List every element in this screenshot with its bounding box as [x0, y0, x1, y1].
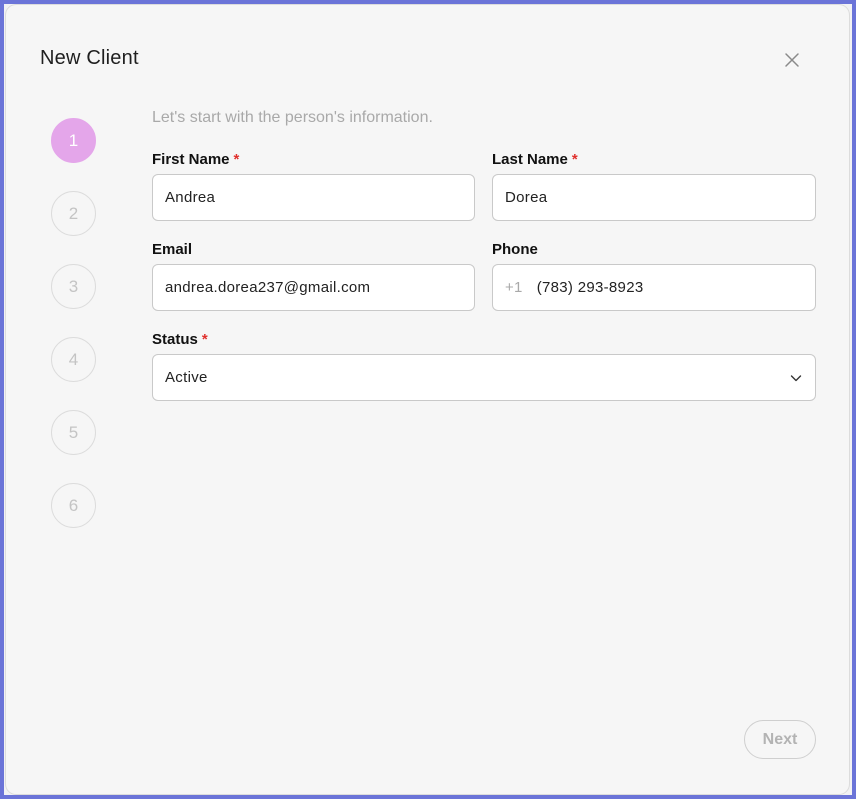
email-field[interactable]: andrea.dorea237@gmail.com — [152, 264, 475, 311]
first-name-field[interactable]: Andrea — [152, 174, 475, 221]
form-intro: Let's start with the person's informatio… — [152, 109, 433, 126]
required-mark: * — [233, 151, 240, 168]
step-indicator: 1 2 3 4 5 6 — [51, 118, 97, 556]
modal-title: New Client — [40, 47, 139, 69]
step-1[interactable]: 1 — [51, 118, 96, 163]
first-name-label: First Name * — [152, 151, 475, 168]
step-5[interactable]: 5 — [51, 410, 96, 455]
next-button[interactable]: Next — [744, 720, 816, 759]
phone-country-prefix: +1 — [505, 279, 523, 296]
phone-value: (783) 293-8923 — [536, 279, 644, 296]
step-4[interactable]: 4 — [51, 337, 96, 382]
status-label: Status * — [152, 331, 816, 348]
phone-field[interactable]: +1 (783) 293-8923 — [492, 264, 816, 311]
status-group: Status * Active — [152, 331, 816, 401]
status-select[interactable]: Active — [152, 354, 816, 401]
chevron-down-icon — [789, 371, 803, 385]
close-button[interactable] — [783, 51, 801, 69]
last-name-field[interactable]: Dorea — [492, 174, 816, 221]
step-3[interactable]: 3 — [51, 264, 96, 309]
first-name-value: Andrea — [165, 189, 216, 206]
step-6[interactable]: 6 — [51, 483, 96, 528]
last-name-label: Last Name * — [492, 151, 816, 168]
last-name-label-text: Last Name — [492, 151, 568, 168]
first-name-group: First Name * Andrea — [152, 151, 475, 221]
last-name-value: Dorea — [505, 189, 548, 206]
email-label: Email — [152, 241, 193, 258]
first-name-label-text: First Name — [152, 151, 230, 168]
close-icon — [785, 53, 799, 67]
status-label-text: Status — [152, 331, 198, 348]
last-name-group: Last Name * Dorea — [492, 151, 816, 221]
status-value: Active — [165, 369, 208, 386]
email-value: andrea.dorea237@gmail.com — [165, 279, 371, 296]
email-group: Email andrea.dorea237@gmail.com — [152, 241, 475, 311]
phone-label: Phone — [492, 241, 538, 258]
required-mark: * — [571, 151, 578, 168]
required-mark: * — [201, 331, 208, 348]
phone-group: Phone +1 (783) 293-8923 — [492, 241, 816, 311]
new-client-modal: New Client 1 2 3 4 5 6 Let's start with … — [6, 5, 849, 794]
step-2[interactable]: 2 — [51, 191, 96, 236]
